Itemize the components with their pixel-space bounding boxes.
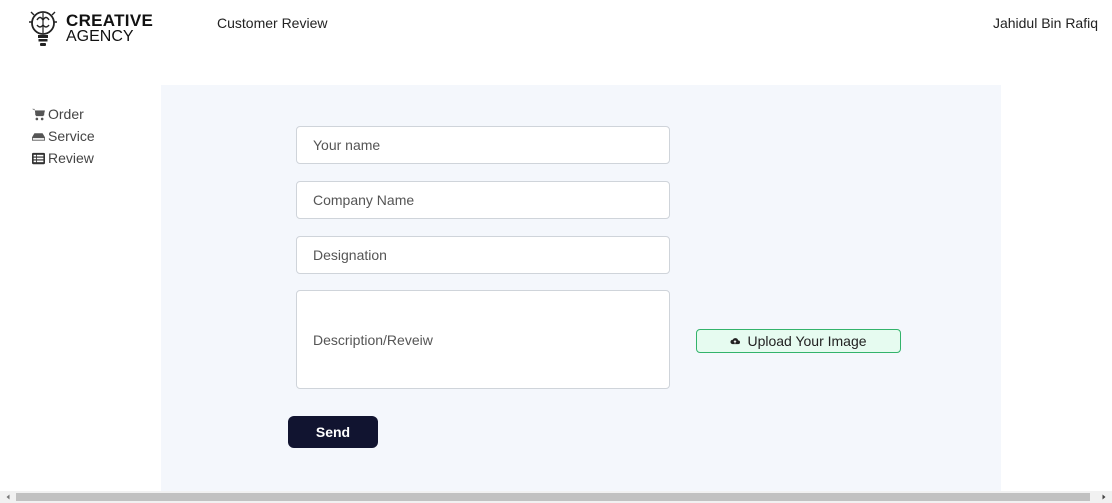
description-textarea[interactable] — [296, 290, 670, 389]
company-input[interactable] — [296, 181, 670, 219]
name-input[interactable] — [296, 126, 670, 164]
list-icon — [32, 152, 45, 164]
send-button[interactable]: Send — [288, 416, 378, 448]
user-name[interactable]: Jahidul Bin Rafiq — [993, 15, 1098, 31]
review-form-panel: Upload Your Image Send — [161, 85, 1001, 491]
sidebar: Order Service Review — [32, 104, 95, 170]
page-title: Customer Review — [217, 15, 328, 31]
upload-image-button[interactable]: Upload Your Image — [696, 329, 901, 353]
cloud-upload-icon — [730, 338, 741, 345]
page: CREATIVE AGENCY Customer Review Jahidul … — [0, 0, 1112, 503]
sidebar-item-label: Service — [48, 128, 95, 144]
brand-text: CREATIVE AGENCY — [66, 11, 154, 45]
sidebar-item-review[interactable]: Review — [32, 148, 95, 168]
sidebar-item-service[interactable]: Service — [32, 126, 95, 146]
sidebar-item-order[interactable]: Order — [32, 104, 95, 124]
scrollbar-thumb[interactable] — [16, 493, 1090, 501]
horizontal-scrollbar[interactable] — [0, 491, 1112, 503]
scroll-left-arrow-icon[interactable] — [4, 493, 12, 501]
sidebar-item-label: Review — [48, 150, 94, 166]
scroll-right-arrow-icon[interactable] — [1100, 493, 1108, 501]
sidebar-item-label: Order — [48, 106, 84, 122]
brand-logo[interactable]: CREATIVE AGENCY — [28, 8, 153, 50]
cart-icon — [32, 108, 45, 120]
hdd-icon — [32, 132, 45, 141]
designation-input[interactable] — [296, 236, 670, 274]
upload-label: Upload Your Image — [747, 333, 867, 349]
brand-line2: AGENCY — [66, 28, 134, 45]
brain-bulb-icon — [29, 11, 57, 46]
brand-line1: CREATIVE — [66, 11, 154, 30]
